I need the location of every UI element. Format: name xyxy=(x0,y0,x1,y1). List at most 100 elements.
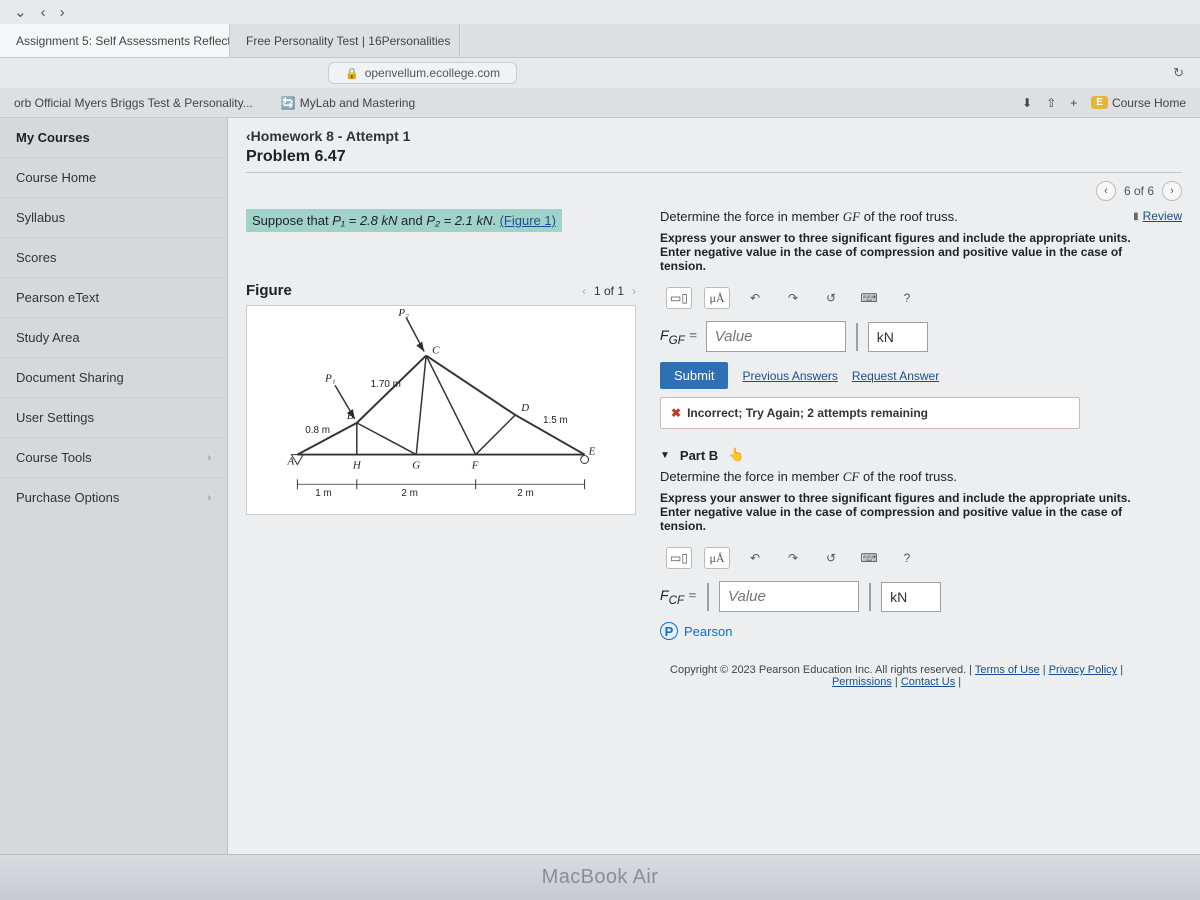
reset-button[interactable]: ↺ xyxy=(818,287,844,309)
feedback-box-a: ✖ Incorrect; Try Again; 2 attempts remai… xyxy=(660,397,1080,429)
download-icon[interactable]: ⬇ xyxy=(1022,96,1032,110)
pearson-logo-icon: P xyxy=(660,622,678,640)
url-text: openvellum.ecollege.com xyxy=(365,66,500,80)
url-row: 🔒 openvellum.ecollege.com ↻ xyxy=(0,58,1200,88)
back-icon[interactable]: ‹ xyxy=(41,4,46,21)
previous-answers-link-a[interactable]: Previous Answers xyxy=(742,369,837,383)
request-answer-link-a[interactable]: Request Answer xyxy=(852,369,939,383)
forward-icon[interactable]: › xyxy=(60,4,65,21)
tab-16personalities[interactable]: Free Personality Test | 16Personalities xyxy=(230,24,460,57)
svg-text:1 m: 1 m xyxy=(315,488,332,499)
contact-link[interactable]: Contact Us xyxy=(901,676,955,688)
keyboard-button[interactable]: ⌨ xyxy=(856,287,882,309)
lock-icon: 🔒 xyxy=(345,67,359,80)
templates-button[interactable]: ▭▯ xyxy=(666,287,692,309)
reset-button[interactable]: ↺ xyxy=(818,547,844,569)
caret-down-icon: ▼ xyxy=(660,450,670,461)
device-label: MacBook Air xyxy=(0,854,1200,900)
svg-text:1.70 m: 1.70 m xyxy=(371,379,401,390)
bookmark-myers-briggs[interactable]: orb Official Myers Briggs Test & Persona… xyxy=(14,96,253,110)
svg-text:1.5 m: 1.5 m xyxy=(543,415,568,426)
svg-text:2 m: 2 m xyxy=(517,488,534,499)
part-b-header[interactable]: ▼ Part B 👆 xyxy=(660,447,1133,463)
plus-icon[interactable]: + xyxy=(1070,96,1077,110)
sidebar-item-course-home[interactable]: Course Home xyxy=(0,157,227,197)
sidebar-item-document-sharing[interactable]: Document Sharing xyxy=(0,357,227,397)
bookmarks-bar: orb Official Myers Briggs Test & Persona… xyxy=(0,88,1200,118)
breadcrumb[interactable]: ‹Homework 8 - Attempt 1 xyxy=(246,128,1182,144)
figure-prev-button[interactable]: ‹ xyxy=(582,284,586,298)
sidebar-item-syllabus[interactable]: Syllabus xyxy=(0,197,227,237)
svg-text:C: C xyxy=(432,345,440,357)
next-problem-button[interactable]: › xyxy=(1162,181,1182,201)
divider xyxy=(246,172,1182,173)
chevron-right-icon: › xyxy=(207,452,211,464)
symbols-button[interactable]: μÅ xyxy=(704,287,730,309)
figure-next-button[interactable]: › xyxy=(632,284,636,298)
problem-title: Problem 6.47 xyxy=(246,148,1182,166)
submit-button-a[interactable]: Submit xyxy=(660,362,728,389)
answer-row-a: FGF = xyxy=(660,321,1133,352)
part-a-instructions: Express your answer to three significant… xyxy=(660,231,1133,273)
submit-row-a: Submit Previous Answers Request Answer xyxy=(660,362,1133,389)
privacy-link[interactable]: Privacy Policy xyxy=(1049,664,1117,676)
redo-button[interactable]: ↷ xyxy=(780,287,806,309)
problem-nav: ‹ 6 of 6 › xyxy=(246,181,1182,201)
review-link[interactable]: Review xyxy=(1133,209,1182,223)
sidebar-item-etext[interactable]: Pearson eText xyxy=(0,277,227,317)
dropdown-icon[interactable]: ⌄ xyxy=(14,3,27,21)
os-controls-row: ⌄ ‹ › xyxy=(0,0,1200,24)
keyboard-button[interactable]: ⌨ xyxy=(856,547,882,569)
figure-label: Figure xyxy=(246,282,292,299)
figure-page-text: 1 of 1 xyxy=(594,284,624,298)
svg-text:G: G xyxy=(412,459,420,471)
svg-text:0.8 m: 0.8 m xyxy=(305,425,330,436)
sidebar-item-my-courses[interactable]: My Courses xyxy=(0,118,227,157)
answer-input-b[interactable] xyxy=(719,581,859,612)
svg-text:P₂: P₂ xyxy=(397,307,409,319)
hand-icon: 👆 xyxy=(728,447,744,463)
url-box[interactable]: 🔒 openvellum.ecollege.com xyxy=(328,62,517,84)
svg-text:F: F xyxy=(471,459,479,471)
undo-button[interactable]: ↶ xyxy=(742,287,768,309)
chevron-right-icon: › xyxy=(207,492,211,504)
course-sidebar: My Courses Course Home Syllabus Scores P… xyxy=(0,118,228,854)
bookmark-mylab[interactable]: 🔄MyLab and Mastering xyxy=(281,96,415,110)
symbols-button[interactable]: μÅ xyxy=(704,547,730,569)
answer-toolbar-a: ▭▯ μÅ ↶ ↷ ↺ ⌨ ? xyxy=(660,283,1133,313)
help-button[interactable]: ? xyxy=(894,287,920,309)
share-icon[interactable]: ⇧ xyxy=(1046,96,1056,110)
figure-pager: ‹ 1 of 1 › xyxy=(582,284,636,298)
answer-input-a[interactable] xyxy=(706,321,846,352)
permissions-link[interactable]: Permissions xyxy=(832,676,892,688)
help-button[interactable]: ? xyxy=(894,547,920,569)
answer-row-b: FCF = xyxy=(660,581,1133,612)
refresh-icon[interactable]: ↻ xyxy=(1173,65,1184,81)
right-column: Determine the force in member GF of the … xyxy=(660,209,1133,690)
separator xyxy=(707,583,709,611)
footer: Copyright © 2023 Pearson Education Inc. … xyxy=(660,658,1133,690)
redo-button[interactable]: ↷ xyxy=(780,547,806,569)
templates-button[interactable]: ▭▯ xyxy=(666,547,692,569)
terms-link[interactable]: Terms of Use xyxy=(975,664,1040,676)
sidebar-item-user-settings[interactable]: User Settings xyxy=(0,397,227,437)
sidebar-item-course-tools[interactable]: Course Tools› xyxy=(0,437,227,477)
part-b-question: Determine the force in member CF of the … xyxy=(660,469,1133,485)
sidebar-item-purchase-options[interactable]: Purchase Options› xyxy=(0,477,227,517)
browser-tabstrip: Assignment 5: Self Assessments Reflecti.… xyxy=(0,24,1200,58)
unit-input-b[interactable] xyxy=(881,582,941,612)
prev-problem-button[interactable]: ‹ xyxy=(1096,181,1116,201)
bookmark-course-home[interactable]: E Course Home xyxy=(1091,96,1186,110)
unit-input-a[interactable] xyxy=(868,322,928,352)
svg-text:D: D xyxy=(520,402,529,414)
figure-link[interactable]: (Figure 1) xyxy=(500,213,556,228)
svg-text:2 m: 2 m xyxy=(401,488,418,499)
part-b: Determine the force in member CF of the … xyxy=(660,469,1133,640)
sidebar-item-scores[interactable]: Scores xyxy=(0,237,227,277)
undo-button[interactable]: ↶ xyxy=(742,547,768,569)
tab-assignment[interactable]: Assignment 5: Self Assessments Reflecti.… xyxy=(0,24,230,57)
given-statement: Suppose that P₁ = 2.8 kN and P₂ = 2.1 kN… xyxy=(246,209,562,232)
sidebar-item-study-area[interactable]: Study Area xyxy=(0,317,227,357)
x-icon: ✖ xyxy=(671,406,681,420)
pearson-mark: Pearson xyxy=(684,624,732,639)
